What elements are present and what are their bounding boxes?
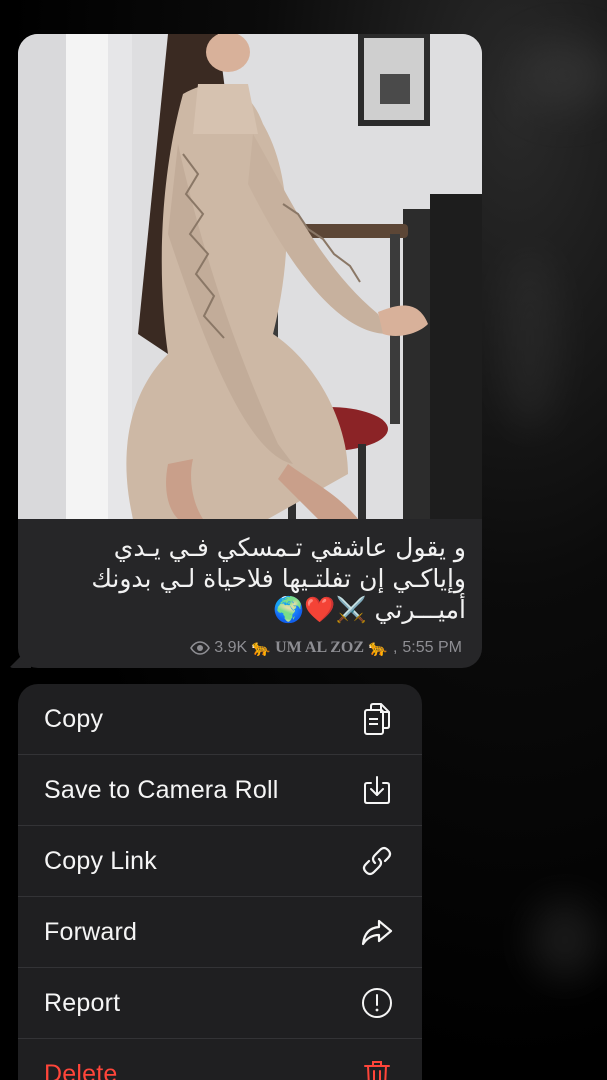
menu-item-copy[interactable]: Copy <box>18 684 422 755</box>
menu-item-label: Delete <box>44 1060 118 1080</box>
leopard-emoji: 🐆 <box>368 640 388 657</box>
message-meta: 3.9K 🐆 UM AL ZOZ 🐆, 5:55 PM <box>190 638 462 658</box>
message-photo[interactable] <box>18 34 482 519</box>
view-count: 3.9K <box>214 639 248 656</box>
leopard-emoji: 🐆 <box>251 640 272 657</box>
menu-item-copy-link[interactable]: Copy Link <box>18 826 422 897</box>
background-blur <box>530 900 600 980</box>
background-blur <box>520 40 607 110</box>
trash-icon <box>360 1058 394 1080</box>
meta-separator: , <box>392 639 398 656</box>
message-bubble[interactable]: و يقول عاشقي تـمسكي فـي يـدي وإياكـي إن … <box>18 34 482 668</box>
channel-name: UM AL ZOZ <box>275 639 365 656</box>
background-blur <box>500 250 560 430</box>
copy-icon <box>360 702 394 736</box>
photo-illustration <box>18 34 482 519</box>
caption-line: وإياكـي إن تفلتـيها فلاحياة لـي بدونك <box>91 564 466 593</box>
screen: و يقول عاشقي تـمسكي فـي يـدي وإياكـي إن … <box>0 0 607 1080</box>
context-menu: Copy Save to Camera Roll Copy Link Forwa… <box>18 684 422 1080</box>
menu-item-label: Copy Link <box>44 846 157 875</box>
caption-line: أميـــرتي ⚔️❤️🌍 <box>273 595 466 624</box>
menu-item-report[interactable]: Report <box>18 968 422 1039</box>
forward-arrow-icon <box>360 915 394 949</box>
menu-item-label: Save to Camera Roll <box>44 775 279 804</box>
eye-icon <box>190 641 211 655</box>
menu-item-label: Report <box>44 988 121 1017</box>
menu-item-label: Forward <box>44 917 138 946</box>
exclamation-circle-icon <box>360 986 394 1020</box>
menu-item-save-to-camera-roll[interactable]: Save to Camera Roll <box>18 755 422 826</box>
caption-line: و يقول عاشقي تـمسكي فـي يـدي <box>113 533 466 562</box>
menu-item-delete[interactable]: Delete <box>18 1039 422 1080</box>
menu-item-forward[interactable]: Forward <box>18 897 422 968</box>
download-icon <box>360 773 394 807</box>
menu-item-label: Copy <box>44 704 104 733</box>
message-caption: و يقول عاشقي تـمسكي فـي يـدي وإياكـي إن … <box>26 532 466 625</box>
message-time: 5:55 PM <box>402 639 462 656</box>
link-icon <box>360 844 394 878</box>
